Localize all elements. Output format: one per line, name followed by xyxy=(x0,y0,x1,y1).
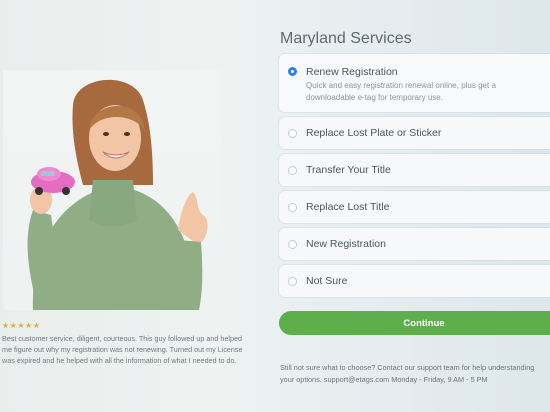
continue-button[interactable]: Continue xyxy=(279,311,550,335)
support-help-text: Still not sure what to choose? Contact o… xyxy=(280,363,535,384)
option-label: Not Sure xyxy=(306,275,348,287)
page-title: Maryland Services xyxy=(280,30,412,47)
option-label: Replace Lost Plate or Sticker xyxy=(306,127,442,139)
option-label: Transfer Your Title xyxy=(306,164,391,176)
toy-car-icon xyxy=(31,167,75,195)
hero-photo xyxy=(3,70,221,310)
testimonial-text: Best customer service, diligent, courteo… xyxy=(2,334,243,365)
radio-selected-icon[interactable] xyxy=(288,67,297,76)
radio-icon[interactable] xyxy=(288,239,297,249)
radio-icon[interactable] xyxy=(288,276,297,286)
option-replace-lost-plate[interactable]: Replace Lost Plate or Sticker xyxy=(279,117,550,149)
radio-icon[interactable] xyxy=(288,165,297,175)
option-label: Renew Registration xyxy=(306,66,398,78)
option-renew-registration[interactable]: Renew Registration Quick and easy regist… xyxy=(279,54,550,112)
rating-stars-icon: ★★★★★ xyxy=(2,321,41,330)
option-label: Replace Lost Title xyxy=(306,201,390,213)
option-not-sure[interactable]: Not Sure xyxy=(279,265,550,297)
testimonial: ★★★★★ Best customer service, diligent, c… xyxy=(2,320,252,366)
option-transfer-title[interactable]: Transfer Your Title xyxy=(279,154,550,186)
radio-icon[interactable] xyxy=(288,202,297,212)
service-options: Renew Registration Quick and easy regist… xyxy=(279,54,550,302)
option-label: New Registration xyxy=(306,238,386,250)
option-description: Quick and easy registration renewal onli… xyxy=(306,81,496,102)
radio-icon[interactable] xyxy=(288,128,297,138)
option-replace-lost-title[interactable]: Replace Lost Title xyxy=(279,191,550,223)
option-new-registration[interactable]: New Registration xyxy=(279,228,550,260)
